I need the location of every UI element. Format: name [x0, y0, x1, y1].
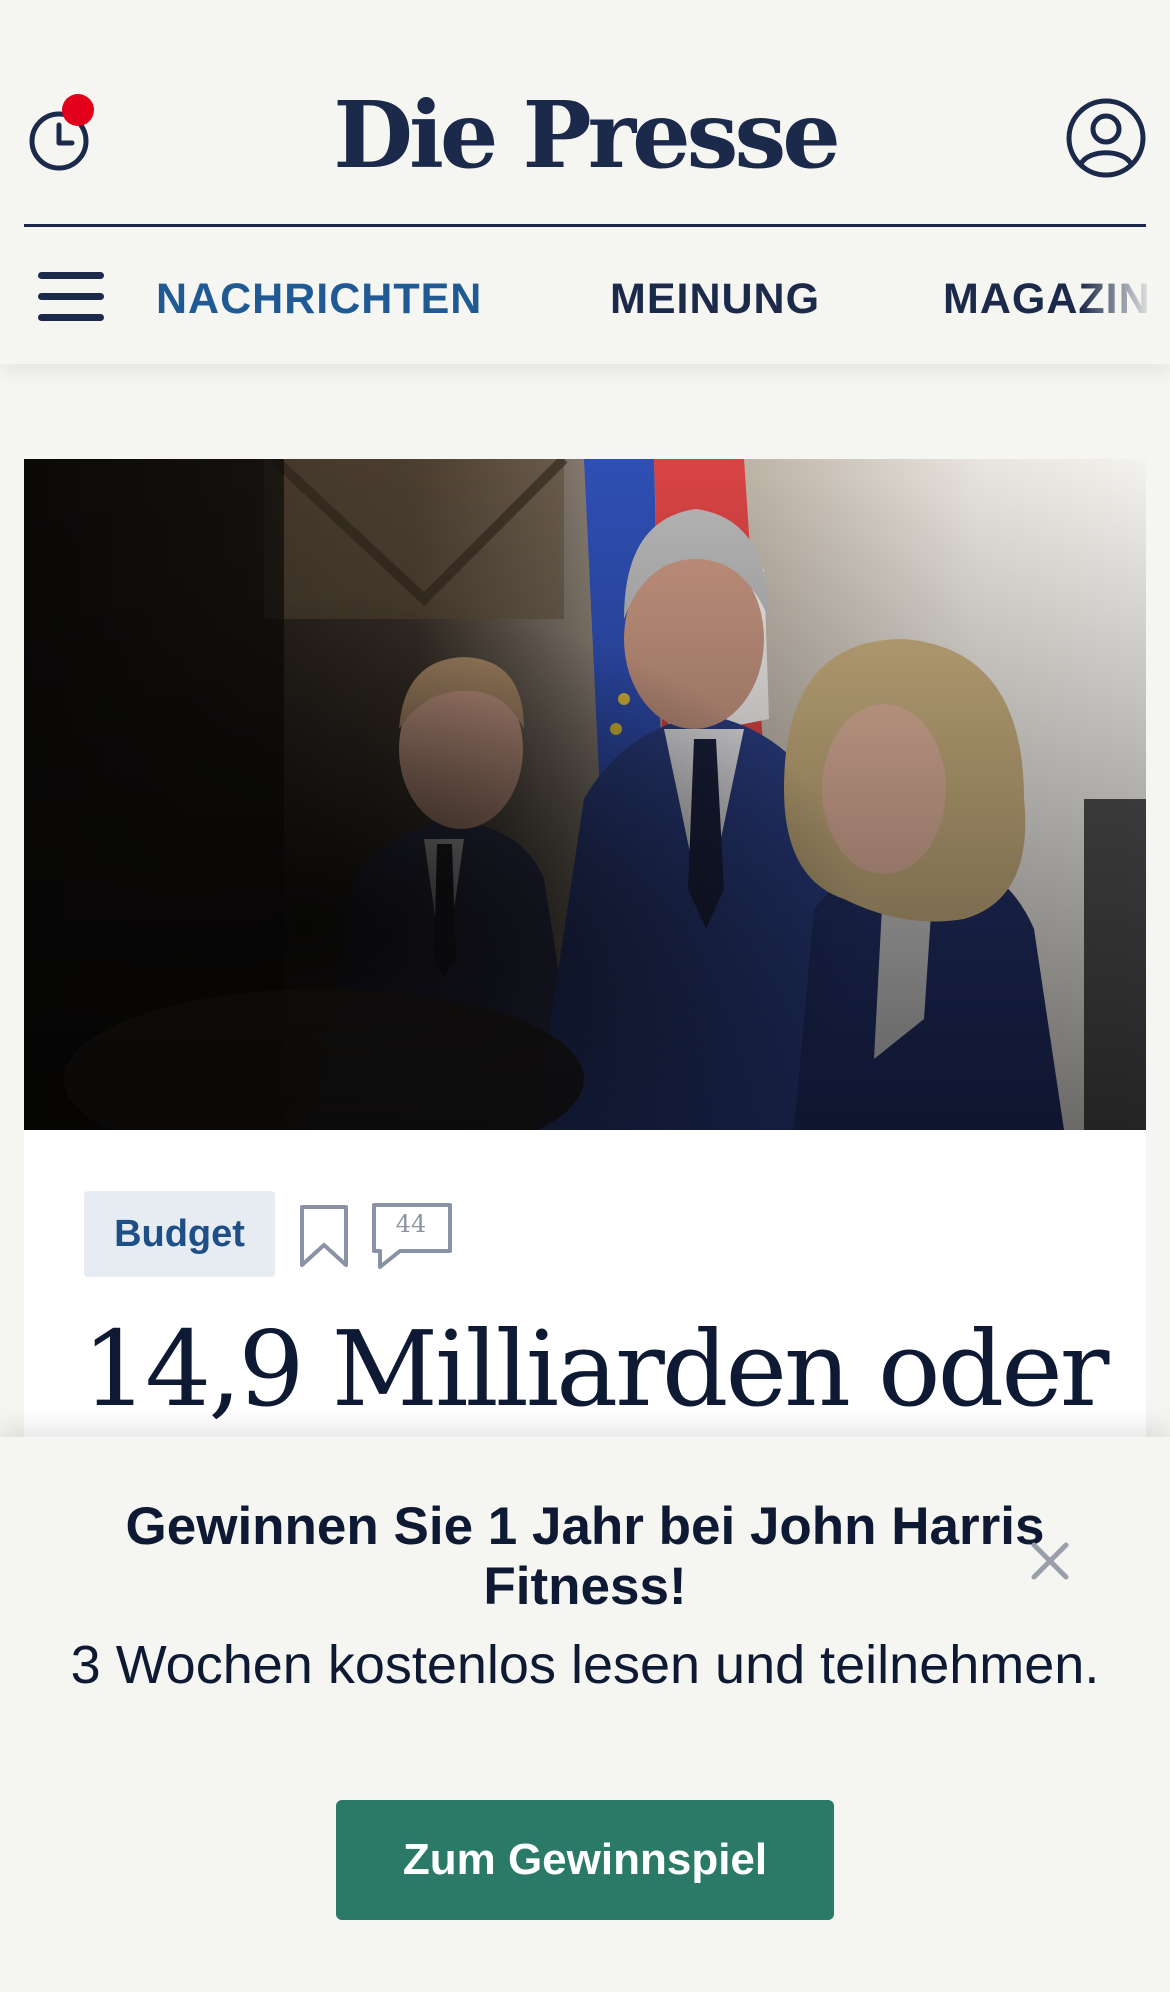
promo-cta-button[interactable]: Zum Gewinnspiel [336, 1800, 834, 1920]
article-category-tag[interactable]: Budget [84, 1191, 275, 1277]
nav-item-meinung[interactable]: MEINUNG [610, 274, 820, 324]
user-account-icon [1066, 98, 1146, 178]
header-divider [24, 224, 1146, 227]
promo-close-button[interactable] [1026, 1537, 1074, 1585]
section-nav: NACHRICHTEN MEINUNG MAGAZIN [0, 228, 1170, 364]
promo-subtitle: 3 Wochen kostenlos lesen und teilnehmen. [70, 1635, 1100, 1695]
article-card[interactable]: Budget 44 14,9 Milliarden oder [24, 459, 1146, 1459]
account-button[interactable] [1064, 96, 1148, 180]
close-icon [1031, 1542, 1069, 1580]
promo-banner: Gewinnen Sie 1 Jahr bei John Harris Fitn… [0, 1437, 1170, 1992]
promo-title: Gewinnen Sie 1 Jahr bei John Harris Fitn… [125, 1497, 1045, 1616]
bookmark-icon [300, 1205, 348, 1267]
hamburger-menu-icon[interactable] [36, 268, 108, 324]
bookmark-button[interactable] [296, 1201, 352, 1271]
nav-scroll-fade [1080, 228, 1170, 364]
site-logo[interactable]: Die Presse [0, 80, 1170, 190]
site-header: Die Presse [0, 0, 1170, 228]
comments-button[interactable]: 44 [370, 1201, 454, 1271]
nav-item-nachrichten[interactable]: NACHRICHTEN [156, 274, 482, 324]
comment-count: 44 [395, 1210, 427, 1238]
article-hero-image[interactable] [24, 459, 1146, 1130]
article-headline[interactable]: 14,9 Milliarden oder [82, 1309, 1109, 1429]
press-conference-photo [24, 459, 1146, 1130]
